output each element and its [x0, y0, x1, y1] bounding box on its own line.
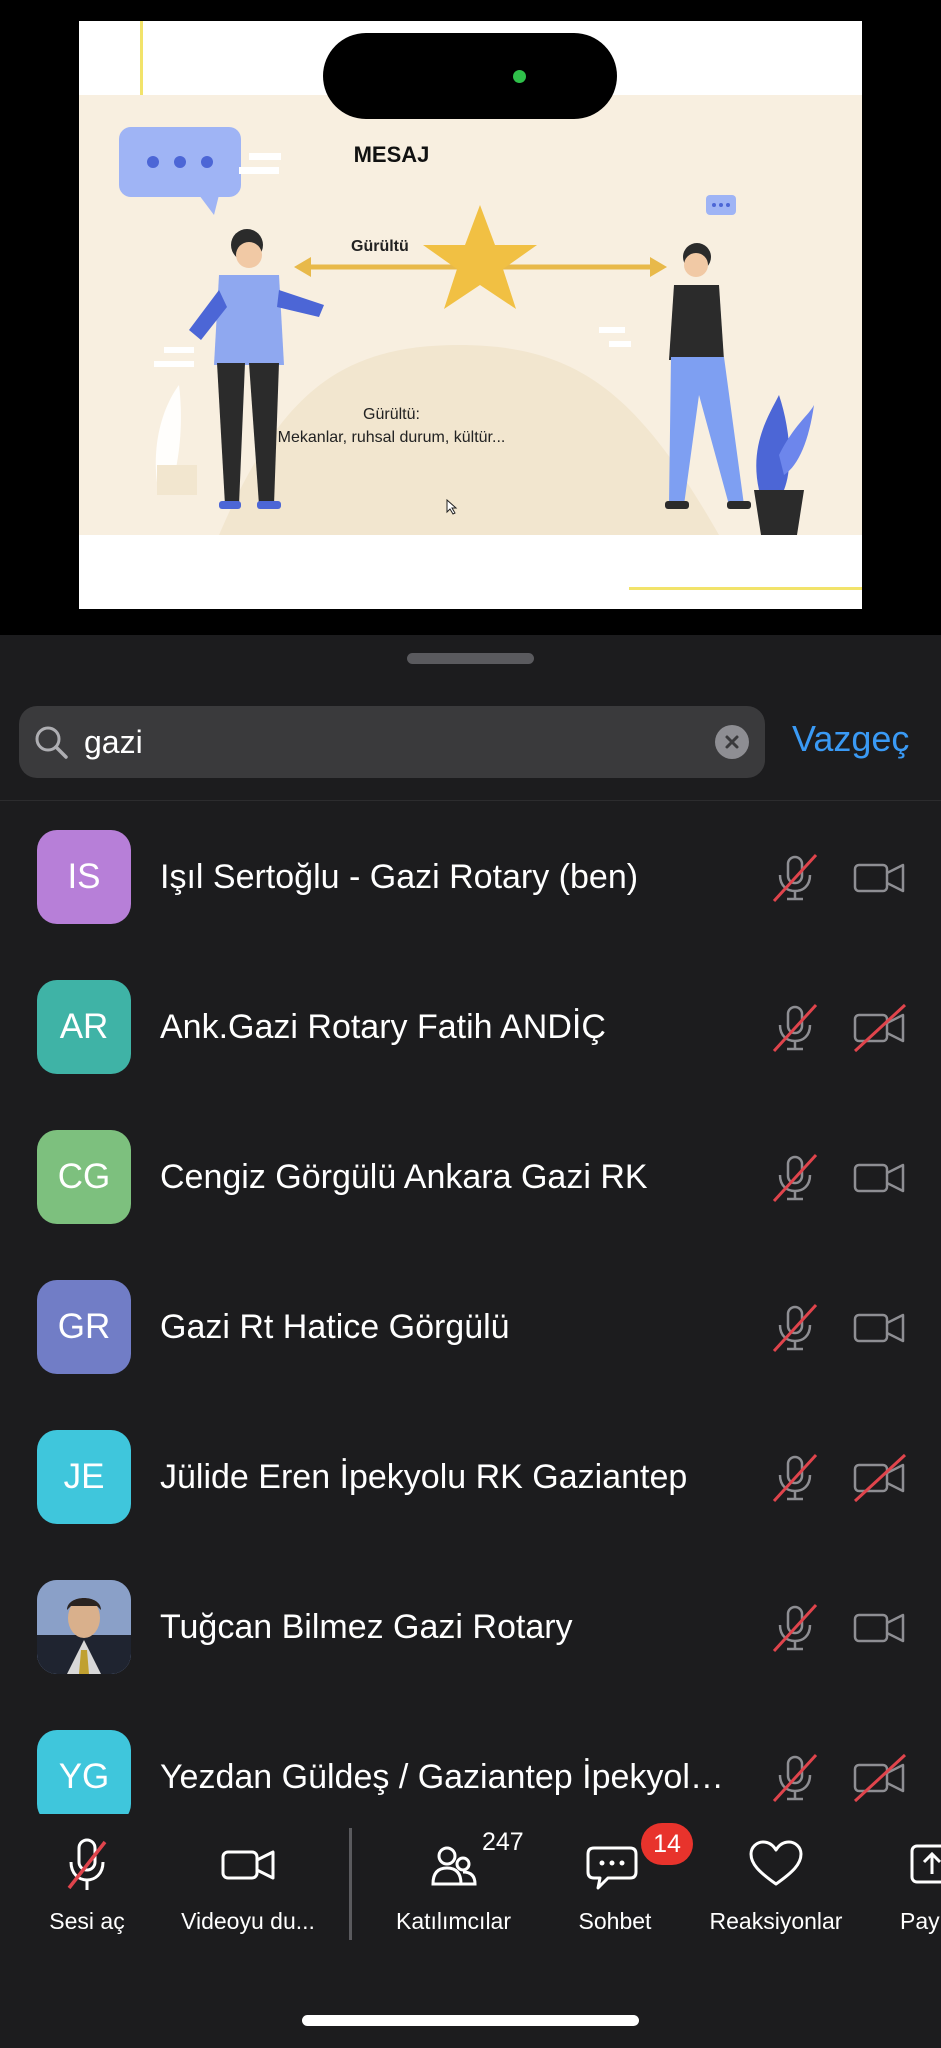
- video-camera-icon[interactable]: [851, 1151, 909, 1205]
- reactions-button[interactable]: Reaksiyonlar: [696, 1836, 856, 1935]
- video-camera-icon: [221, 1850, 275, 1880]
- avatar: AR: [37, 980, 131, 1074]
- avatar-initials: JE: [63, 1457, 105, 1496]
- reactions-label: Reaksiyonlar: [709, 1908, 843, 1934]
- avatar: GR: [37, 1280, 131, 1374]
- share-screen-icon: [910, 1844, 941, 1884]
- unmute-label: Sesi aç: [49, 1908, 125, 1934]
- participant-row[interactable]: CG Cengiz Görgülü Ankara Gazi RK: [0, 1101, 941, 1251]
- microphone-muted-icon[interactable]: [768, 851, 822, 905]
- participant-row[interactable]: JE Jülide Eren İpekyolu RK Gaziantep: [0, 1401, 941, 1551]
- microphone-muted-icon[interactable]: [768, 1301, 822, 1355]
- participant-list[interactable]: IS Işıl Sertoğlu - Gazi Rotary (ben) AR Ank…: [0, 801, 941, 1814]
- heart-icon: [749, 1840, 803, 1886]
- participant-name: Işıl Sertoğlu - Gazi Rotary (ben): [160, 858, 639, 896]
- chat-label: Sohbet: [578, 1908, 652, 1934]
- slide-star-label: Gürültü: [351, 238, 409, 255]
- participant-name: Ank.Gazi Rotary Fatih ANDİÇ: [160, 1008, 606, 1046]
- slide-bottom-accent-line: [629, 587, 862, 590]
- close-icon: [725, 735, 739, 749]
- video-camera-icon[interactable]: [851, 851, 909, 905]
- video-off-icon[interactable]: [851, 1451, 909, 1505]
- camera-in-use-indicator: [513, 70, 526, 83]
- microphone-muted-icon[interactable]: [768, 1151, 822, 1205]
- slide-caption-text: Mekanlar, ruhsal durum, kültür...: [277, 429, 506, 446]
- microphone-muted-icon[interactable]: [768, 1451, 822, 1505]
- search-input[interactable]: [84, 718, 684, 766]
- participant-name: Jülide Eren İpekyolu RK Gaziantep: [160, 1458, 688, 1496]
- avatar-initials: IS: [67, 857, 101, 896]
- video-button[interactable]: Videoyu du...: [168, 1836, 328, 1935]
- microphone-muted-icon[interactable]: [768, 1601, 822, 1655]
- dynamic-island: [323, 33, 617, 119]
- mouse-pointer-icon: [446, 499, 458, 515]
- participant-row[interactable]: Tuğcan Bilmez Gazi Rotary: [0, 1551, 941, 1701]
- microphone-muted-icon: [67, 1838, 107, 1890]
- toolbar-divider: [349, 1828, 352, 1940]
- video-camera-icon[interactable]: [851, 1301, 909, 1355]
- slide-title: MESAJ: [353, 142, 430, 167]
- clear-search-button[interactable]: [715, 725, 749, 759]
- participants-label: Katılımcılar: [395, 1908, 512, 1934]
- participant-row[interactable]: GR Gazi Rt Hatice Görgülü: [0, 1251, 941, 1401]
- participants-count: 247: [482, 1828, 524, 1856]
- profile-photo: [37, 1580, 131, 1674]
- slide-accent-line: [140, 21, 143, 95]
- microphone-muted-icon[interactable]: [768, 1751, 822, 1805]
- avatar: [37, 1580, 131, 1674]
- avatar: YG: [37, 1730, 131, 1814]
- chat-icon: [586, 1846, 638, 1890]
- avatar-initials: CG: [57, 1157, 111, 1196]
- avatar-initials: YG: [58, 1757, 110, 1796]
- participant-name: Cengiz Görgülü Ankara Gazi RK: [160, 1158, 648, 1196]
- slide-caption-heading: Gürültü:: [363, 406, 420, 423]
- avatar: IS: [37, 830, 131, 924]
- home-indicator: [302, 2015, 639, 2026]
- microphone-muted-icon[interactable]: [768, 1001, 822, 1055]
- video-off-icon[interactable]: [851, 1001, 909, 1055]
- unmute-button[interactable]: Sesi aç: [22, 1836, 152, 1935]
- participant-name: Yezdan Güldeş / Gaziantep İpekyolu RK: [160, 1758, 740, 1796]
- search-icon: [35, 726, 68, 759]
- participant-row[interactable]: IS Işıl Sertoğlu - Gazi Rotary (ben): [0, 801, 941, 951]
- video-camera-icon[interactable]: [851, 1601, 909, 1655]
- share-button[interactable]: Pay: [892, 1836, 941, 1935]
- video-label: Videoyu du...: [181, 1908, 315, 1934]
- cancel-search-button[interactable]: Vazgeç: [792, 718, 909, 760]
- participant-row[interactable]: YG Yezdan Güldeş / Gaziantep İpekyolu RK: [0, 1701, 941, 1814]
- video-off-icon[interactable]: [851, 1751, 909, 1805]
- share-label: Pay: [900, 1908, 940, 1934]
- participants-icon: [430, 1846, 477, 1886]
- chat-unread-badge: 14: [641, 1823, 693, 1865]
- participant-name: Tuğcan Bilmez Gazi Rotary: [160, 1608, 573, 1646]
- participant-row[interactable]: AR Ank.Gazi Rotary Fatih ANDİÇ: [0, 951, 941, 1101]
- avatar-initials: AR: [59, 1007, 109, 1046]
- avatar: JE: [37, 1430, 131, 1524]
- avatar: CG: [37, 1130, 131, 1224]
- avatar-initials: GR: [57, 1307, 111, 1346]
- sheet-grabber[interactable]: [407, 653, 534, 664]
- participant-name: Gazi Rt Hatice Görgülü: [160, 1308, 510, 1346]
